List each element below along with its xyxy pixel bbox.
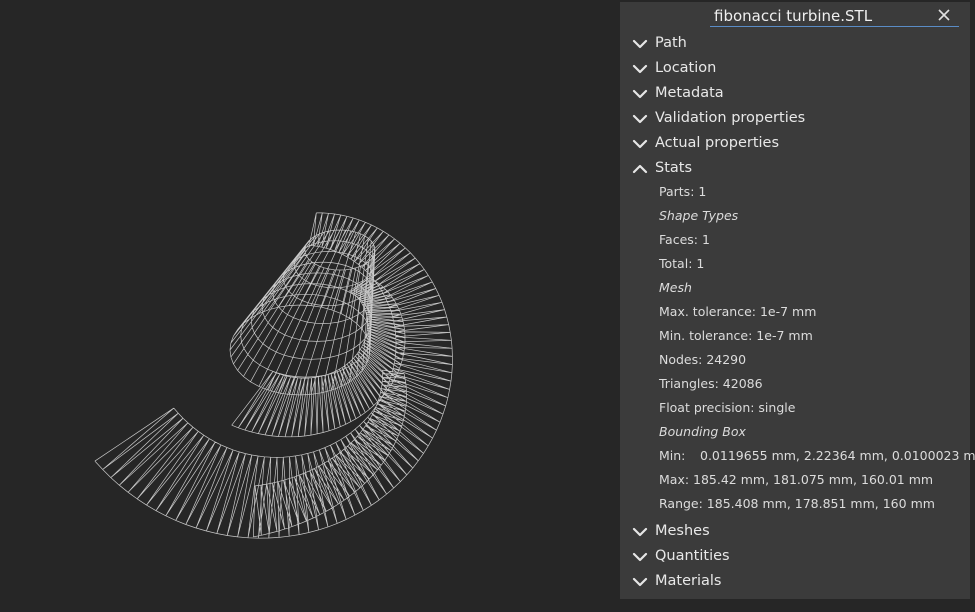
turbine-wireframe-model xyxy=(94,212,453,539)
section-quantities[interactable]: Quantities xyxy=(620,543,970,568)
panel-scrollbar[interactable] xyxy=(970,490,975,520)
properties-panel: fibonacci turbine.STL Path Location Metada… xyxy=(620,2,975,599)
section-metadata[interactable]: Metadata xyxy=(620,80,970,105)
panel-title: fibonacci turbine.STL xyxy=(714,7,873,25)
chevron-down-icon xyxy=(632,136,648,150)
stat-float-precision: Float precision: single xyxy=(659,400,796,415)
stat-group-shape-types: Shape Types xyxy=(659,208,739,223)
section-label: Validation properties xyxy=(655,109,806,126)
chevron-down-icon xyxy=(632,574,648,588)
3d-viewport[interactable] xyxy=(0,0,620,612)
stats-content: Parts: 1 Shape Types Faces: 1 Total: 1 M… xyxy=(620,180,975,516)
stat-nodes: Nodes: 24290 xyxy=(659,352,747,367)
close-button[interactable] xyxy=(936,7,952,23)
stat-max-tolerance: Max. tolerance: 1e-7 mm xyxy=(659,304,817,319)
stat-total: Total: 1 xyxy=(659,256,705,271)
stat-triangles: Triangles: 42086 xyxy=(659,376,763,391)
section-label: Stats xyxy=(655,159,693,176)
section-meshes[interactable]: Meshes xyxy=(620,518,970,543)
section-path[interactable]: Path xyxy=(620,30,970,55)
section-label: Path xyxy=(655,34,687,51)
stat-group-bounding-box: Bounding Box xyxy=(659,424,746,439)
stat-faces: Faces: 1 xyxy=(659,232,710,247)
section-label: Quantities xyxy=(655,547,730,564)
stat-group-mesh: Mesh xyxy=(659,280,692,295)
stat-bbox-max: Max: 185.42 mm, 181.075 mm, 160.01 mm xyxy=(659,472,934,487)
section-label: Actual properties xyxy=(655,134,780,151)
chevron-down-icon xyxy=(632,61,648,75)
stat-min-tolerance: Min. tolerance: 1e-7 mm xyxy=(659,328,813,343)
chevron-down-icon xyxy=(632,86,648,100)
stat-parts: Parts: 1 xyxy=(659,184,707,199)
title-underline xyxy=(710,26,959,27)
stat-bbox-range: Range: 185.408 mm, 178.851 mm, 160 mm xyxy=(659,496,935,511)
section-label: Materials xyxy=(655,572,722,589)
section-actual-properties[interactable]: Actual properties xyxy=(620,130,970,155)
section-label: Meshes xyxy=(655,522,710,539)
close-icon xyxy=(938,9,950,21)
chevron-down-icon xyxy=(632,36,648,50)
section-materials[interactable]: Materials xyxy=(620,568,970,593)
chevron-down-icon xyxy=(632,524,648,538)
chevron-down-icon xyxy=(632,111,648,125)
chevron-up-icon xyxy=(632,161,648,175)
stat-bbox-min-value: 0.0119655 mm, 2.22364 mm, 0.0100023 mm xyxy=(700,448,975,463)
section-location[interactable]: Location xyxy=(620,55,970,80)
mesh-wireframe xyxy=(94,212,453,539)
section-validation-properties[interactable]: Validation properties xyxy=(620,105,970,130)
chevron-down-icon xyxy=(632,549,648,563)
section-label: Location xyxy=(655,59,717,76)
stat-bbox-min: Min: 0.0119655 mm, 2.22364 mm, 0.0100023… xyxy=(620,444,975,468)
section-label: Metadata xyxy=(655,84,724,101)
panel-header: fibonacci turbine.STL xyxy=(620,2,970,30)
section-stats[interactable]: Stats xyxy=(620,155,970,180)
